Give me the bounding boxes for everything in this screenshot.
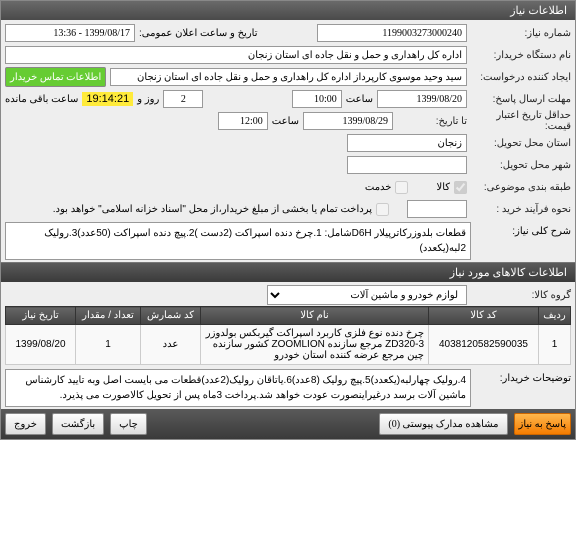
cell-name: چرخ دنده نوع فلزی کاربرد اسپراکت گیربکس … bbox=[201, 325, 429, 365]
need-no-label: شماره نیاز: bbox=[471, 28, 571, 39]
procurement-label: نحوه فرآیند خرید : bbox=[471, 204, 571, 215]
reply-time-field bbox=[292, 90, 342, 108]
back-button[interactable]: بازگشت bbox=[52, 413, 104, 435]
delivery-city-field bbox=[347, 156, 467, 174]
public-announce-field bbox=[5, 24, 135, 42]
validity-time-field bbox=[218, 112, 268, 130]
buyer-contact-button[interactable]: اطلاعات تماس خریدار bbox=[5, 67, 106, 87]
classification-label: طبقه بندی موضوعی: bbox=[471, 182, 571, 193]
procurement-field bbox=[407, 200, 467, 218]
cell-idx: 1 bbox=[539, 325, 571, 365]
cell-unit: عدد bbox=[141, 325, 201, 365]
service-checkbox-label: خدمت bbox=[365, 182, 392, 193]
th-date: تاریخ نیاز bbox=[6, 307, 76, 325]
need-desc-label: شرح کلی نیاز: bbox=[471, 222, 571, 260]
days-left-field bbox=[163, 90, 203, 108]
th-qty: تعداد / مقدار bbox=[76, 307, 141, 325]
th-idx: ردیف bbox=[539, 307, 571, 325]
goods-checkbox-label: کالا bbox=[436, 182, 450, 193]
goods-group-select[interactable]: لوازم خودرو و ماشین آلات bbox=[267, 285, 467, 305]
need-desc-text: قطعات بلدوزرکاترپیلار D6Hشامل: 1.چرخ دند… bbox=[5, 222, 471, 260]
delivery-city-label: شهر محل تحویل: bbox=[471, 160, 571, 171]
validity-date-field bbox=[303, 112, 393, 130]
delivery-province-label: استان محل تحویل: bbox=[471, 138, 571, 149]
org-name-label: نام دستگاه خریدار: bbox=[471, 50, 571, 61]
time-left-value: 19:14:21 bbox=[82, 92, 133, 106]
window-title: اطلاعات نیاز bbox=[1, 1, 575, 20]
cell-code: 4038120582590035 bbox=[429, 325, 539, 365]
to-date-label: تا تاریخ: bbox=[397, 116, 467, 127]
buyer-notes-label: توضیحات خریدار: bbox=[471, 369, 571, 407]
exit-button[interactable]: خروج bbox=[5, 413, 46, 435]
cell-date: 1399/08/20 bbox=[6, 325, 76, 365]
org-name-field bbox=[5, 46, 467, 64]
hour-label-1: ساعت bbox=[346, 94, 373, 105]
public-announce-label: تاریخ و ساعت اعلان عمومی: bbox=[139, 28, 258, 39]
buyer-notes-text: 4.رولیک چهارلبه(یکعدد)5.پیچ رولیک (8عدد)… bbox=[5, 369, 471, 407]
reply-date-field bbox=[377, 90, 467, 108]
prepay-checkbox bbox=[376, 203, 389, 216]
th-name: نام کالا bbox=[201, 307, 429, 325]
prepay-note: پرداخت تمام یا بخشی از مبلغ خریدار،از مح… bbox=[53, 204, 372, 215]
need-no-field bbox=[317, 24, 467, 42]
service-checkbox bbox=[395, 181, 408, 194]
reply-button[interactable]: پاسخ به نیاز bbox=[514, 413, 572, 435]
goods-checkbox bbox=[454, 181, 467, 194]
print-button[interactable]: چاپ bbox=[110, 413, 147, 435]
creator-label: ایجاد کننده درخواست: bbox=[471, 72, 571, 83]
cell-qty: 1 bbox=[76, 325, 141, 365]
attachments-button[interactable]: مشاهده مدارک پیوستی (0) bbox=[379, 413, 507, 435]
time-left-label: ساعت باقی مانده bbox=[5, 94, 78, 105]
creator-field bbox=[110, 68, 467, 86]
goods-table: ردیف کد کالا نام کالا کد شمارش تعداد / م… bbox=[5, 306, 571, 365]
th-code: کد کالا bbox=[429, 307, 539, 325]
day-and-label: روز و bbox=[137, 94, 159, 105]
table-row[interactable]: 1 4038120582590035 چرخ دنده نوع فلزی کار… bbox=[6, 325, 571, 365]
goods-section-title: اطلاعات کالاهای مورد نیاز bbox=[1, 262, 575, 282]
hour-label-2: ساعت bbox=[272, 116, 299, 127]
th-unit: کد شمارش bbox=[141, 307, 201, 325]
reply-deadline-label: مهلت ارسال پاسخ: bbox=[471, 94, 571, 105]
delivery-province-field bbox=[347, 134, 467, 152]
validity-label: حداقل تاریخ اعتبار قیمت: bbox=[471, 110, 571, 132]
goods-group-label: گروه کالا: bbox=[471, 290, 571, 301]
